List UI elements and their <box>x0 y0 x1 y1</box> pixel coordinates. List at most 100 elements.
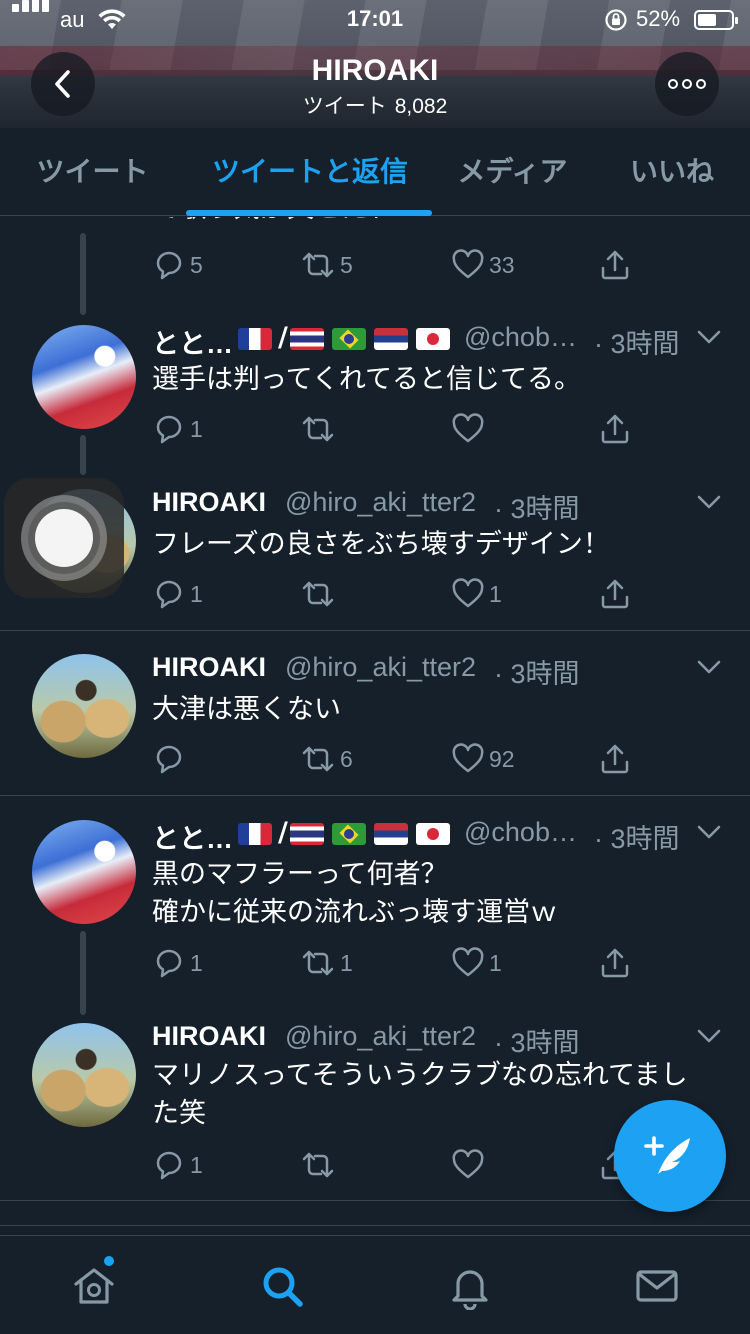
timestamp[interactable]: · 3時間 <box>594 817 680 856</box>
heart-icon <box>452 743 484 773</box>
retweet-icon <box>302 1152 334 1178</box>
divider <box>0 1225 750 1226</box>
name-separator: / <box>278 322 288 353</box>
tweet-text-line: フレーズの良さをぶち壊すデザイン！ <box>152 529 610 560</box>
display-name: とと… <box>152 824 233 854</box>
retweet-button[interactable]: 1 <box>300 943 353 983</box>
timestamp[interactable]: · 3時間 <box>494 1021 580 1060</box>
assistive-touch-button[interactable] <box>4 478 124 598</box>
reply-button[interactable] <box>152 739 190 779</box>
home-icon[interactable] <box>70 1262 118 1310</box>
tweet[interactable]: とと… / @chob… · 3時間 選手は判ってくれてると信じてる。 1 <box>0 317 750 475</box>
tweet-text-line: マリノスってそういうクラブなの忘れてまし <box>152 1060 688 1091</box>
compose-tweet-button[interactable] <box>614 1100 726 1212</box>
name-separator: / <box>278 817 288 848</box>
battery-percent: 52% <box>636 6 681 31</box>
flag-japan-icon <box>416 328 450 350</box>
reply-button[interactable]: 1 <box>152 409 203 449</box>
display-name: とと… <box>152 329 233 359</box>
tweet-partial[interactable]: て歌う気が失せたわ 5 5 33 <box>0 217 750 316</box>
handle[interactable]: @chob… <box>464 322 577 353</box>
retweet-button[interactable] <box>300 409 340 449</box>
rotation-lock-icon <box>605 9 627 31</box>
chevron-down-icon[interactable] <box>696 657 722 677</box>
share-button[interactable] <box>598 943 632 983</box>
tweet[interactable]: HIROAKI @hiro_aki_tter2 · 3時間 大津は悪くない 6 … <box>0 648 750 796</box>
tab-likes[interactable]: いいね <box>612 128 732 216</box>
tweet-text-line: 確かに従来の流れぶっ壊す運営ｗ <box>152 897 558 928</box>
timestamp[interactable]: · 3時間 <box>494 487 580 526</box>
retweet-count: 6 <box>340 745 353 772</box>
retweet-button[interactable]: 5 <box>300 245 353 285</box>
share-button[interactable] <box>598 739 632 779</box>
heart-icon <box>452 578 484 608</box>
like-button[interactable]: 1 <box>451 574 502 614</box>
tab-media[interactable]: メディア <box>445 128 580 216</box>
reply-button[interactable]: 1 <box>152 574 203 614</box>
more-button[interactable] <box>655 52 719 116</box>
retweet-button[interactable]: 6 <box>300 739 353 779</box>
like-count: 1 <box>489 580 502 607</box>
flag-france-icon <box>238 328 272 350</box>
chevron-down-icon[interactable] <box>696 822 722 842</box>
reply-count: 1 <box>190 580 203 607</box>
flag-serbia-icon <box>374 328 408 350</box>
more-icon <box>668 79 706 89</box>
timestamp[interactable]: · 3時間 <box>494 652 580 691</box>
messages-icon[interactable] <box>633 1262 681 1310</box>
share-button[interactable] <box>598 409 632 449</box>
retweet-icon <box>302 252 334 278</box>
flag-thailand-icon <box>290 823 324 845</box>
timeline[interactable]: て歌う気が失せたわ 5 5 33 とと… / <box>0 217 750 1235</box>
chevron-down-icon[interactable] <box>696 1026 722 1046</box>
like-count: 92 <box>489 745 515 772</box>
reply-count: 1 <box>190 949 203 976</box>
heart-icon <box>452 249 484 279</box>
status-bar: au 17:01 52% <box>0 0 750 40</box>
like-button[interactable]: 33 <box>451 245 515 285</box>
profile-tabs: ツイート ツイートと返信 メディア いいね <box>0 128 750 216</box>
handle[interactable]: @chob… <box>464 817 577 848</box>
display-name: HIROAKI <box>152 652 266 682</box>
tweet-text: 選手は判ってくれてると信じてる。 <box>152 361 722 399</box>
reply-button[interactable]: 1 <box>152 1145 203 1185</box>
tab-tweets-and-replies[interactable]: ツイートと返信 <box>190 128 430 216</box>
share-icon <box>601 744 629 774</box>
tweet[interactable]: とと… / @chob… · 3時間 黒のマフラーって何者？ 確かに従来の流れぶ… <box>0 813 750 1015</box>
heart-icon <box>452 413 484 443</box>
handle[interactable]: @hiro_aki_tter2 <box>285 487 476 518</box>
name-emoji-flags <box>290 823 450 845</box>
retweet-icon <box>302 746 334 772</box>
like-button[interactable]: 1 <box>451 943 502 983</box>
heart-icon <box>452 947 484 977</box>
assistive-touch-dot <box>35 509 93 567</box>
reply-button[interactable]: 1 <box>152 943 203 983</box>
flag-france-icon <box>238 823 272 845</box>
search-icon[interactable] <box>258 1262 306 1310</box>
like-button[interactable] <box>451 409 489 449</box>
reply-count: 5 <box>190 251 203 278</box>
timestamp[interactable]: · 3時間 <box>594 322 680 361</box>
reply-button[interactable]: 5 <box>152 245 203 285</box>
chevron-down-icon[interactable] <box>696 492 722 512</box>
chevron-down-icon[interactable] <box>696 327 722 347</box>
active-tab-indicator <box>186 210 432 216</box>
retweet-count: 1 <box>340 949 353 976</box>
reply-icon <box>156 580 182 609</box>
tweet-text: て歌う気が失せたわ <box>152 217 722 228</box>
notifications-icon[interactable] <box>446 1262 494 1310</box>
like-button[interactable] <box>451 1145 489 1185</box>
share-button[interactable] <box>598 245 632 285</box>
flag-japan-icon <box>416 823 450 845</box>
display-name: HIROAKI <box>152 1021 266 1051</box>
handle[interactable]: @hiro_aki_tter2 <box>285 1021 476 1052</box>
tab-tweets[interactable]: ツイート <box>20 128 165 216</box>
tweet-actions: 1 1 1 <box>0 943 750 983</box>
like-button[interactable]: 92 <box>451 739 515 779</box>
reply-icon <box>156 251 182 280</box>
retweet-button[interactable] <box>300 574 340 614</box>
flag-serbia-icon <box>374 823 408 845</box>
share-button[interactable] <box>598 574 632 614</box>
handle[interactable]: @hiro_aki_tter2 <box>285 652 476 683</box>
retweet-button[interactable] <box>300 1145 340 1185</box>
